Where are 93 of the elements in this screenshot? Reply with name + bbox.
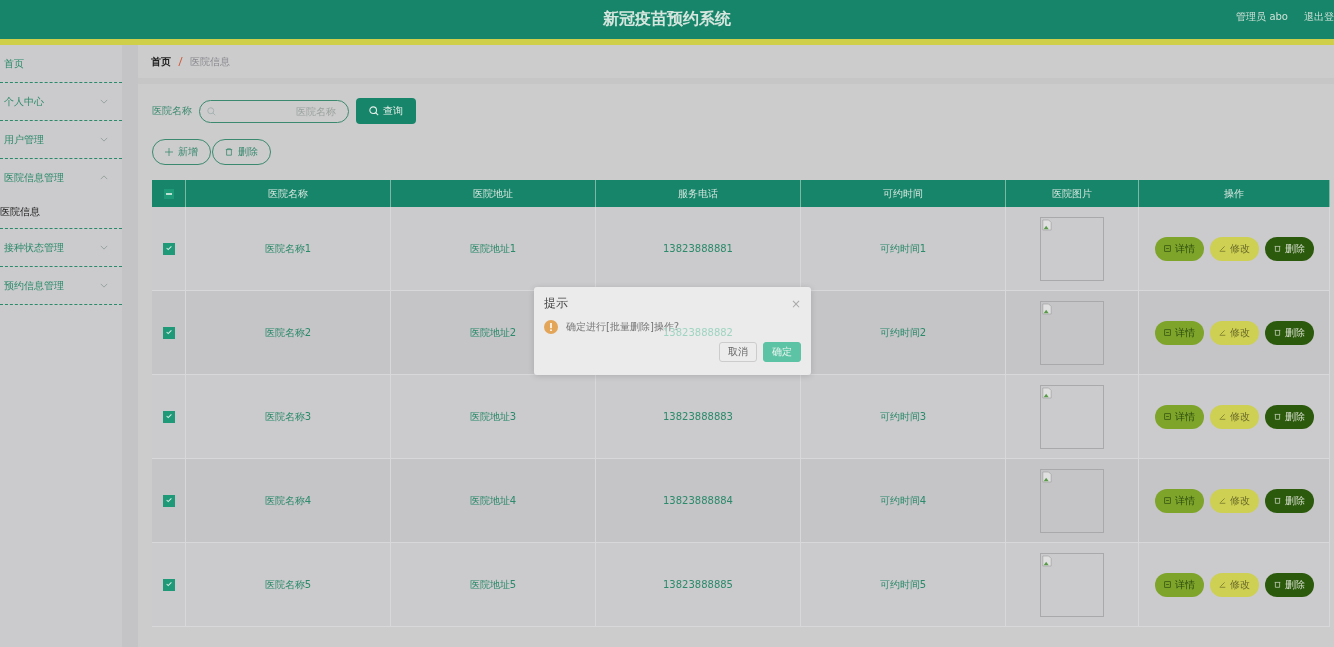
sidebar-item[interactable]: 首页 [0,45,122,82]
document-icon [1163,497,1171,504]
detail-button[interactable]: 详情 [1154,572,1204,597]
trash-icon [1273,413,1281,420]
pencil-icon [1218,329,1226,336]
sidebar-item[interactable]: 用户管理 [0,121,122,158]
document-icon [1163,581,1171,588]
table-cell: 医院地址4 [469,494,517,506]
check-icon [164,243,173,252]
search-button[interactable]: 查询 [356,98,416,124]
row-checkbox[interactable] [162,494,175,507]
select-all-checkbox[interactable] [163,189,174,199]
sidebar-item[interactable]: 接种状态管理 [0,229,122,266]
search-icon [207,106,216,116]
delete-button[interactable]: 删除 [1264,488,1314,513]
table-cell: 医院地址3 [469,410,517,422]
cancel-button[interactable]: 取消 [719,342,757,362]
sidebar-item[interactable]: 个人中心 [0,83,122,120]
table-cell: 医院名称4 [264,494,312,506]
broken-image-icon [1040,384,1104,449]
delete-button[interactable]: 删除 [1264,236,1314,261]
app-title: 新冠疫苗预约系统 [603,9,731,30]
detail-button[interactable]: 详情 [1154,488,1204,513]
delete-button[interactable]: 删除 [1264,404,1314,429]
user-name: 管理员 abo [1236,10,1288,24]
sidebar-subitem[interactable]: 医院信息 [0,196,122,228]
trash-icon [1273,581,1281,588]
sidebar-item[interactable]: 预约信息管理 [0,267,122,304]
row-checkbox[interactable] [162,578,175,591]
column-header: 医院图片 [1005,180,1139,207]
detail-button[interactable]: 详情 [1154,404,1204,429]
row-checkbox[interactable] [162,410,175,423]
pencil-icon [1218,245,1226,252]
check-icon [164,411,173,420]
trash-icon [225,148,233,156]
warning-icon [544,320,558,334]
check-icon [164,495,173,504]
document-icon [1163,329,1171,336]
search-icon [369,106,379,116]
pencil-icon [1218,413,1226,420]
breadcrumb-link[interactable]: 首页 [151,54,171,69]
table-cell: 医院名称3 [264,410,312,422]
table-cell: 13823888881 [663,243,733,254]
sidebar-item[interactable]: 医院信息管理 [0,159,122,196]
table-cell: 医院名称2 [264,326,312,338]
table-cell: 医院地址5 [469,578,517,590]
table-cell: 可约时间2 [879,326,927,338]
table-cell: 13823888884 [663,495,733,506]
column-header: 医院名称 [185,180,391,207]
broken-image-icon [1040,300,1104,365]
table-cell: 医院地址2 [469,326,517,338]
table-cell: 医院名称5 [264,578,312,590]
table-cell: 13823888883 [663,411,733,422]
column-header: 操作 [1138,180,1330,207]
table-cell: 医院地址1 [469,242,517,254]
edit-button[interactable]: 修改 [1209,572,1259,597]
column-header: 医院地址 [390,180,596,207]
broken-image-icon [1040,468,1104,533]
search-label: 医院名称 [152,104,192,118]
dialog-title: 提示 [544,295,568,312]
edit-button[interactable]: 修改 [1209,320,1259,345]
document-icon [1163,245,1171,252]
delete-button[interactable]: 删除 [1264,320,1314,345]
logout-link[interactable]: 退出登 [1304,10,1334,24]
document-icon [1163,413,1171,420]
confirm-button[interactable]: 确定 [763,342,801,362]
trash-icon [1273,497,1281,504]
broken-image-icon [1040,216,1104,281]
pencil-icon [1218,581,1226,588]
edit-button[interactable]: 修改 [1209,488,1259,513]
table-cell: 可约时间3 [879,410,927,422]
trash-icon [1273,329,1281,336]
table-cell: 可约时间1 [879,242,927,254]
delete-button[interactable]: 删除 [1264,572,1314,597]
table-cell: 13823888885 [663,579,733,590]
edit-button[interactable]: 修改 [1209,236,1259,261]
column-header: 服务电话 [595,180,801,207]
pencil-icon [1218,497,1226,504]
detail-button[interactable]: 详情 [1154,320,1204,345]
table-cell: 可约时间5 [879,578,927,590]
table-cell: 医院名称1 [264,242,312,254]
plus-icon [165,148,173,156]
broken-image-icon [1040,552,1104,617]
column-header: 可约时间 [800,180,1006,207]
table-cell: 可约时间4 [879,494,927,506]
check-icon [164,579,173,588]
detail-button[interactable]: 详情 [1154,236,1204,261]
row-checkbox[interactable] [162,242,175,255]
check-icon [164,327,173,336]
close-button[interactable]: × [790,296,801,311]
edit-button[interactable]: 修改 [1209,404,1259,429]
trash-icon [1273,245,1281,252]
row-checkbox[interactable] [162,326,175,339]
